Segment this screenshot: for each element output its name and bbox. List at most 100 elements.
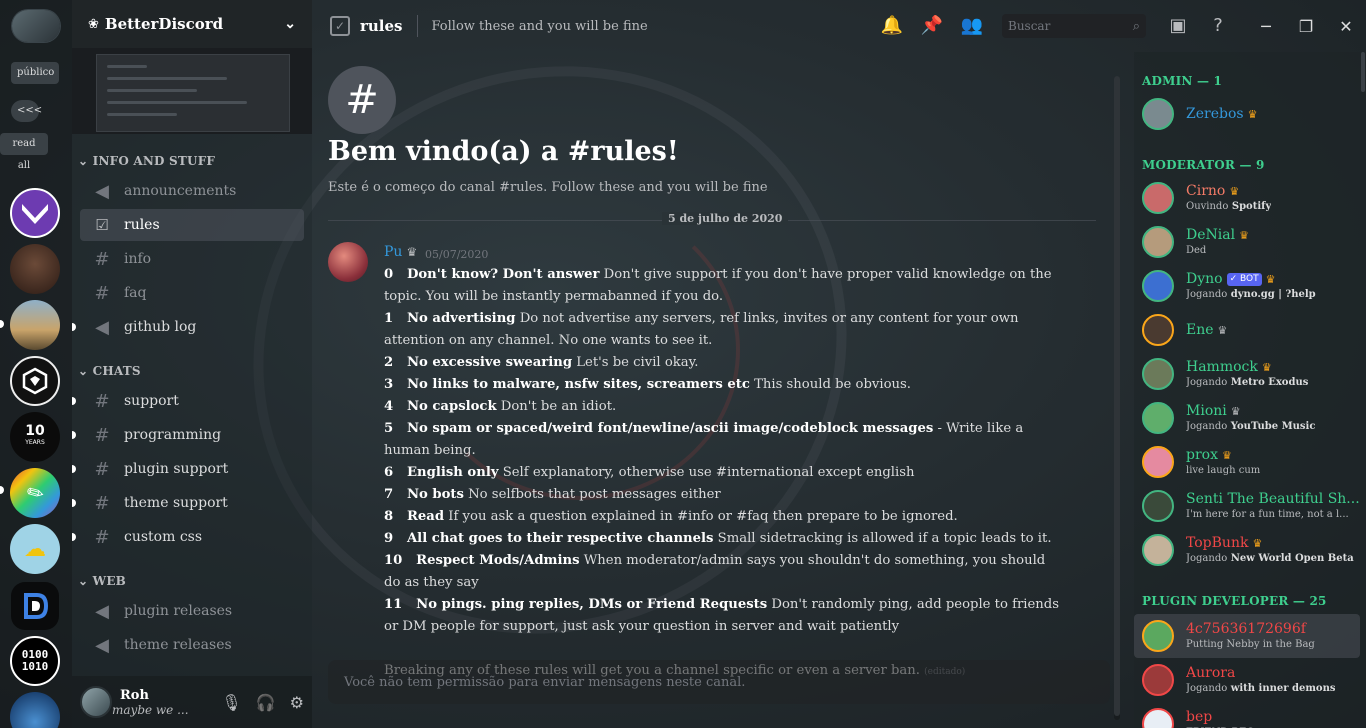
minimize-button[interactable]: ─ xyxy=(1246,17,1286,36)
guild-icon-portrait[interactable] xyxy=(10,244,60,294)
headphones-icon[interactable]: 🎧 xyxy=(256,693,276,712)
chat-scrollbar[interactable] xyxy=(1114,76,1120,720)
collapse-button[interactable]: <<< xyxy=(11,100,42,122)
channel-plugin-support[interactable]: # plugin support xyxy=(72,453,304,485)
category-info[interactable]: ⌄ INFO AND STUFF xyxy=(78,154,215,168)
rule-number: 1 xyxy=(384,311,407,326)
category-web[interactable]: ⌄ WEB xyxy=(78,574,126,588)
member-name: Mioni ♛ xyxy=(1186,403,1315,420)
channel-label: announcements xyxy=(124,183,237,199)
guild-icon-blue-figure[interactable] xyxy=(10,692,60,728)
unread-pip xyxy=(72,431,76,439)
pin-icon[interactable]: 📌 xyxy=(920,14,944,38)
member-item[interactable]: 4c75636172696f Putting Nebby in the Bag xyxy=(1134,614,1360,658)
search-input[interactable]: Buscar ⌕ xyxy=(1002,14,1146,38)
help-icon[interactable]: ? xyxy=(1206,14,1230,38)
crown-icon: ♛ xyxy=(1221,449,1232,462)
member-activity: Jogando dyno.gg | ?help xyxy=(1186,288,1316,301)
unread-pip xyxy=(0,486,4,494)
activity-detail: New World Open Beta xyxy=(1227,553,1354,564)
rule-line: 5 No spam or spaced/weird font/newline/a… xyxy=(384,418,1064,462)
member-item[interactable]: Zerebos ♛ xyxy=(1134,92,1360,136)
member-item[interactable]: DeNial ♛ Ded xyxy=(1134,220,1360,264)
unread-pip xyxy=(72,499,76,507)
avatar[interactable] xyxy=(328,242,368,282)
member-name-text: Mioni xyxy=(1186,403,1227,419)
guild-bar: público <<< read all 10 YEARS ✎ ☁ 0100 1… xyxy=(0,0,72,728)
member-text: 4c75636172696f Putting Nebby in the Bag xyxy=(1186,621,1315,651)
guild-icon-landscape[interactable] xyxy=(10,300,60,350)
category-chats[interactable]: ⌄ CHATS xyxy=(78,364,141,378)
user-panel: Roh maybe we ... 🎙 🎧 ⚙ xyxy=(72,676,312,728)
channel-label: rules xyxy=(124,217,160,233)
public-button[interactable]: público xyxy=(11,62,59,84)
microphone-icon[interactable]: 🎙 xyxy=(221,693,241,712)
guild-icon-10-years[interactable]: 10 YEARS xyxy=(10,412,60,462)
home-button[interactable] xyxy=(12,10,60,42)
server-header[interactable]: ❀ BetterDiscord ⌄ xyxy=(72,0,312,48)
channel-programming[interactable]: # programming xyxy=(72,419,304,451)
rule-title: Respect Mods/Admins xyxy=(416,553,580,568)
channel-theme-releases[interactable]: ◀ theme releases xyxy=(80,629,304,661)
guild-icon-cloud[interactable]: ☁ xyxy=(10,524,60,574)
channel-faq[interactable]: # faq xyxy=(80,277,304,309)
channel-label: plugin support xyxy=(124,461,229,477)
member-item[interactable]: TopBunk ♛ Jogando New World Open Beta xyxy=(1134,528,1360,572)
channel-custom-css[interactable]: # custom css xyxy=(72,521,304,553)
guild-icon-binary[interactable]: 0100 1010 xyxy=(10,636,60,686)
member-activity: Ouvindo Spotify xyxy=(1186,200,1271,213)
member-name-text: TopBunk xyxy=(1186,535,1249,551)
message-timestamp: 05/07/2020 xyxy=(425,248,489,261)
read-all-button[interactable]: read all xyxy=(0,133,48,171)
channel-rules[interactable]: ☑ rules xyxy=(80,209,304,241)
member-item[interactable]: prox ♛ live laugh cum xyxy=(1134,440,1360,484)
member-name: bep xyxy=(1186,709,1264,726)
scrollbar-thumb[interactable] xyxy=(1114,76,1120,716)
members-icon[interactable]: 👥 xyxy=(960,14,984,38)
maximize-button[interactable]: ❐ xyxy=(1286,17,1326,36)
member-name: Cirno ♛ xyxy=(1186,183,1271,200)
guild-icon-purple[interactable] xyxy=(10,188,60,238)
member-item[interactable]: Hammock ♛ Jogando Metro Exodus xyxy=(1134,352,1360,396)
hash-icon: # xyxy=(94,458,110,480)
bell-icon[interactable]: 🔔 xyxy=(880,14,904,38)
member-name-text: Cirno xyxy=(1186,183,1226,199)
channel-info[interactable]: # info xyxy=(80,243,304,275)
channel-support[interactable]: # support xyxy=(72,385,304,417)
member-text: DeNial ♛ Ded xyxy=(1186,227,1249,257)
member-item[interactable]: Aurora Jogando with inner demons xyxy=(1134,658,1360,702)
activity-text: live laugh cum xyxy=(1186,465,1261,476)
channel-topic[interactable]: Follow these and you will be fine xyxy=(432,19,648,34)
rule-line: 7 No bots No selfbots that post messages… xyxy=(384,484,1064,506)
member-item[interactable]: Cirno ♛ Ouvindo Spotify xyxy=(1134,176,1360,220)
flower-icon: ❀ xyxy=(88,16,99,32)
user-info[interactable]: Roh maybe we ... xyxy=(112,688,189,717)
channel-github-log[interactable]: ◀ github log xyxy=(72,311,304,343)
gear-icon[interactable]: ⚙ xyxy=(290,693,304,712)
channel-theme-support[interactable]: # theme support xyxy=(72,487,304,519)
member-item[interactable]: Mioni ♛ Jogando YouTube Music xyxy=(1134,396,1360,440)
member-text: prox ♛ live laugh cum xyxy=(1186,447,1260,477)
guild-icon-betterdiscord[interactable] xyxy=(11,582,59,630)
member-item[interactable]: Senti The Beautiful Sh...♛I'm here for a… xyxy=(1134,484,1360,528)
channel-announcements[interactable]: ◀ announcements xyxy=(80,175,304,207)
channel-plugin-releases[interactable]: ◀ plugin releases xyxy=(80,595,304,627)
close-button[interactable]: ✕ xyxy=(1326,17,1366,36)
discord-window: público <<< read all 10 YEARS ✎ ☁ 0100 1… xyxy=(0,0,1366,728)
member-name: Ene ♛ xyxy=(1186,322,1227,339)
rule-text: Don't be an idiot. xyxy=(496,399,617,414)
member-item[interactable]: bepFRIEND REQ... xyxy=(1134,702,1360,728)
channel-label: github log xyxy=(124,319,197,335)
avatar xyxy=(1142,708,1174,728)
message-input[interactable]: Você não tem permissão para enviar mensa… xyxy=(328,660,1110,704)
member-activity: Jogando YouTube Music xyxy=(1186,420,1315,433)
guild-icon-rainbow-brush[interactable]: ✎ xyxy=(10,468,60,518)
message-author[interactable]: Pu ♛ xyxy=(384,244,417,260)
avatar[interactable] xyxy=(80,686,112,718)
member-item[interactable]: Dyno ✓ BOT ♛ Jogando dyno.gg | ?help xyxy=(1134,264,1360,308)
guild-icon-hexagon[interactable] xyxy=(10,356,60,406)
member-scrollbar[interactable] xyxy=(1361,52,1365,92)
rule-line: 1 No advertising Do not advertise any se… xyxy=(384,308,1064,352)
inbox-icon[interactable]: ▣ xyxy=(1166,14,1190,38)
member-item[interactable]: Ene ♛ xyxy=(1134,308,1360,352)
